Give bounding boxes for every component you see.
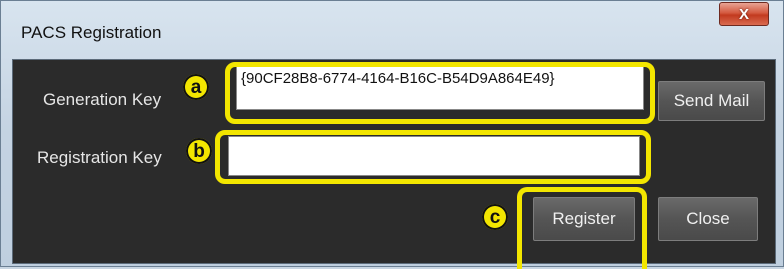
highlight-b-registration-key [215, 130, 651, 184]
close-icon: X [738, 5, 749, 23]
registration-key-label: Registration Key [37, 148, 162, 167]
window-close-button[interactable]: X [719, 2, 769, 26]
window-title: PACS Registration [21, 23, 162, 42]
dialog-body: Generation Key {90CF28B8-6774-4164-B16C-… [12, 59, 776, 269]
close-button[interactable]: Close [658, 197, 758, 241]
generation-key-label: Generation Key [43, 90, 162, 109]
highlight-a-generation-key [225, 62, 655, 124]
highlight-c-register [517, 187, 647, 269]
title-bar[interactable]: PACS Registration X [1, 1, 783, 59]
pacs-registration-dialog: PACS Registration X Generation Key {90CF… [0, 0, 784, 269]
annotation-marker-c: c [482, 204, 508, 230]
send-mail-button[interactable]: Send Mail [658, 81, 765, 121]
annotation-marker-b: b [186, 138, 212, 164]
annotation-marker-a: a [183, 74, 209, 100]
